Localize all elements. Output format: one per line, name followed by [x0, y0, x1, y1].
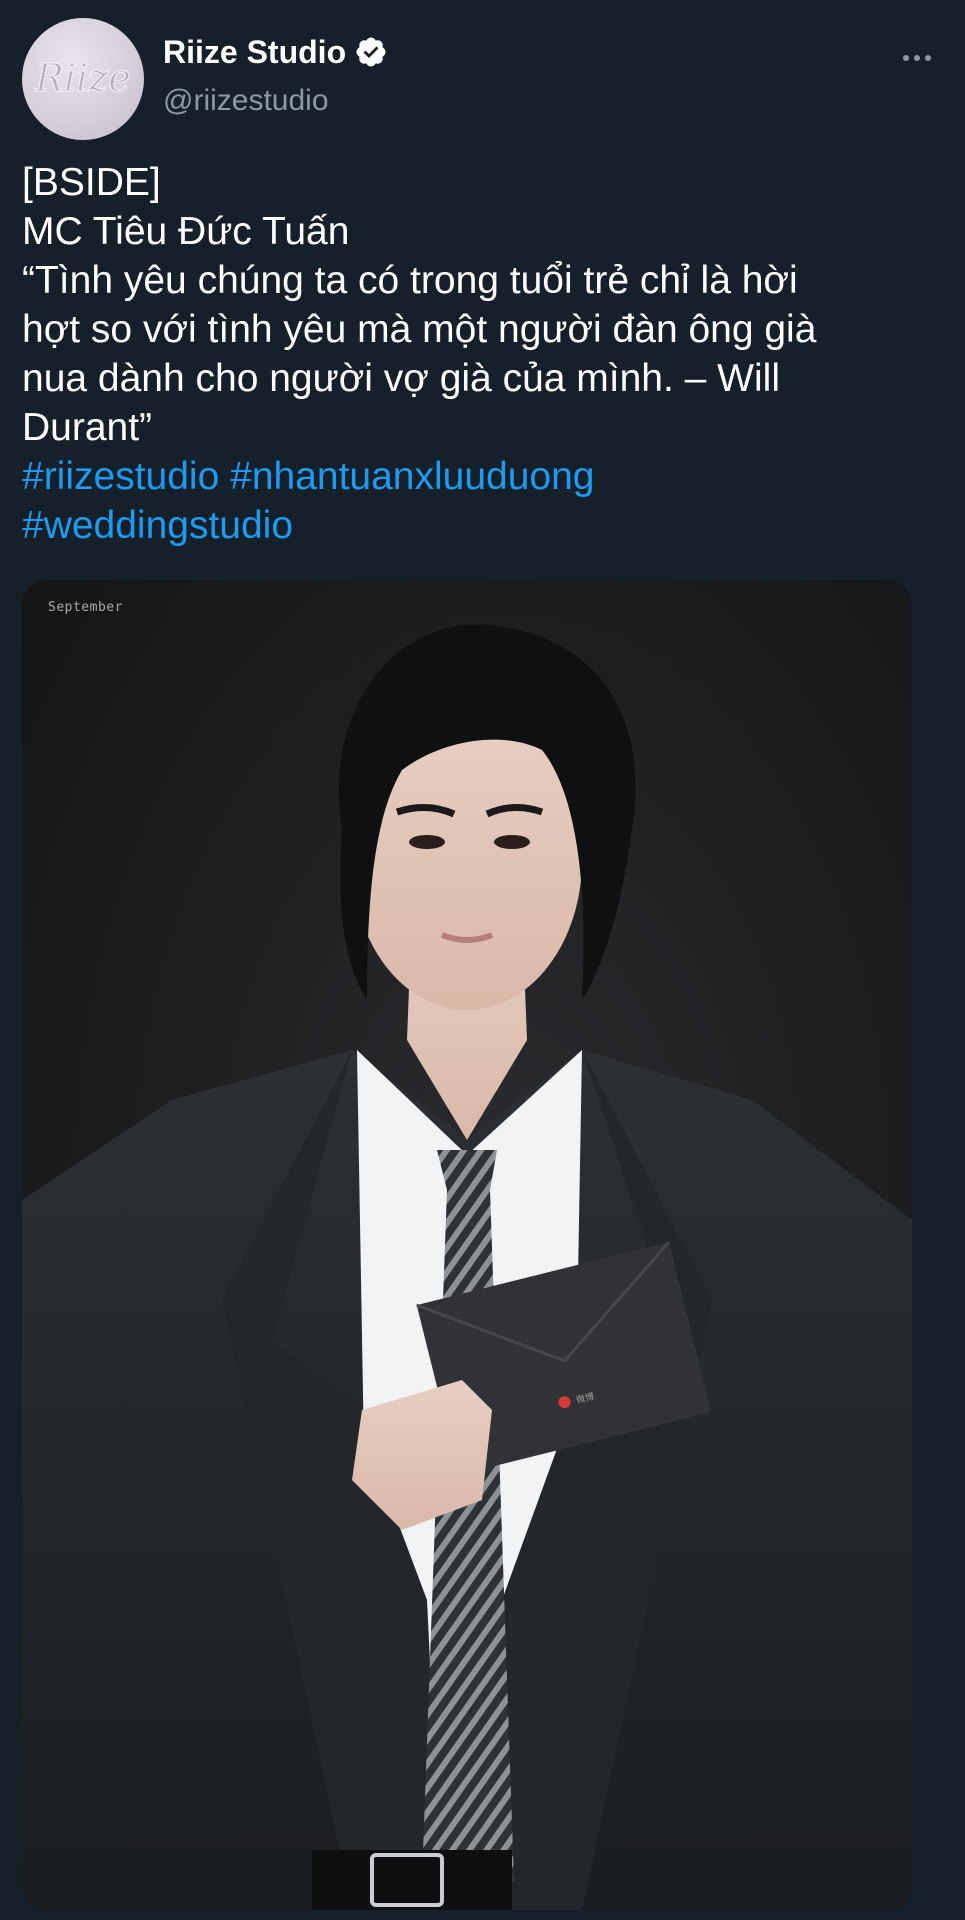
hashtag-link[interactable]: #weddingstudio — [22, 504, 293, 547]
photo-portrait: 微博 — [22, 580, 912, 1910]
avatar-logo-text: Riize — [34, 56, 130, 100]
tweet-text-line: hợt so với tình yêu mà một người đàn ông… — [22, 308, 817, 351]
display-name-row[interactable]: Riize Studio — [163, 30, 388, 74]
hashtag-line: #riizestudio #nhantuanxluuduong — [22, 452, 942, 501]
tweet-text-line: nua dành cho người vợ già của mình. – Wi… — [22, 357, 780, 400]
avatar[interactable]: Riize — [22, 18, 144, 140]
more-options-button[interactable] — [886, 38, 948, 78]
tweet-text-line: Durant” — [22, 406, 153, 449]
display-name[interactable]: Riize Studio — [163, 34, 346, 71]
handle[interactable]: @riizestudio — [163, 84, 329, 118]
tweet: Riize Riize Studio @riizestudio [BSIDE] … — [0, 0, 965, 1920]
hashtag-link[interactable]: #riizestudio — [22, 455, 219, 498]
more-horizontal-icon — [901, 55, 934, 61]
tweet-photo[interactable]: 微博 September — [22, 580, 912, 1910]
hashtag-link[interactable]: #nhantuanxluuduong — [230, 455, 594, 498]
tweet-text-line: MC Tiêu Đức Tuấn — [22, 210, 350, 253]
photo-watermark: September — [48, 600, 123, 615]
verified-badge-icon — [356, 37, 386, 67]
tweet-text-line: [BSIDE] — [22, 161, 161, 204]
tweet-text: [BSIDE] MC Tiêu Đức Tuấn “Tình yêu chúng… — [22, 158, 942, 550]
tweet-text-line: “Tình yêu chúng ta có trong tuổi trẻ chỉ… — [22, 259, 798, 302]
hashtag-line: #weddingstudio — [22, 501, 942, 550]
riize-logo: Riize — [34, 55, 132, 100]
